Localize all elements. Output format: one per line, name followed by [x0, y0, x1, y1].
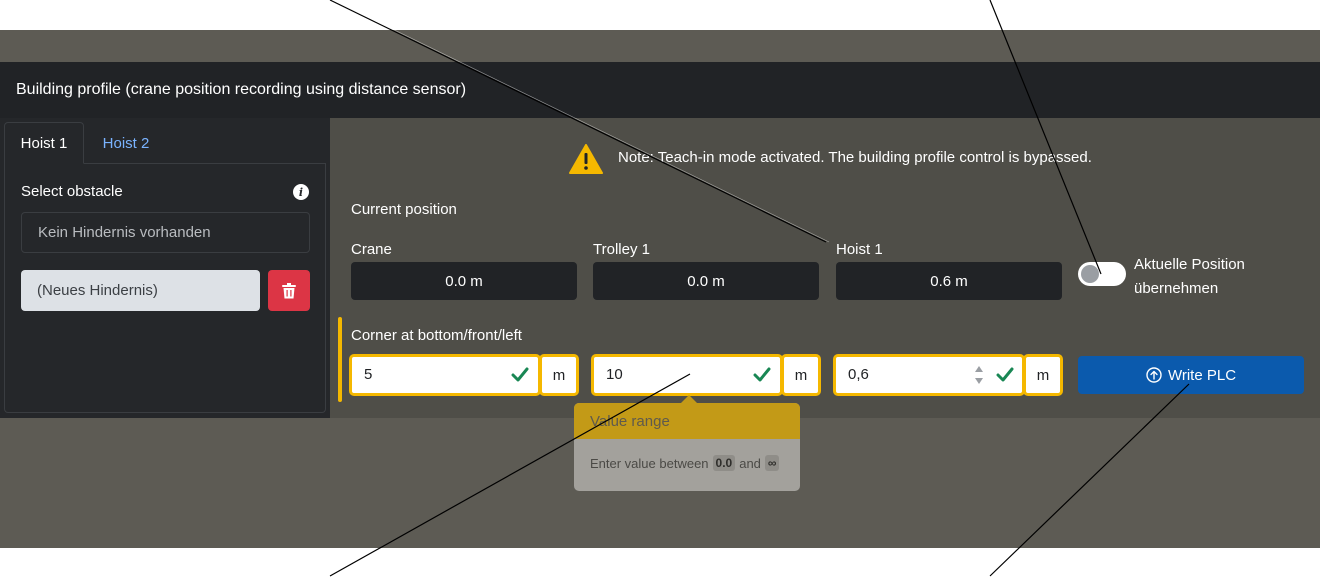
corner-accent-bar: [338, 317, 342, 402]
tooltip-conj: and: [739, 455, 761, 471]
obstacle-option-new[interactable]: (Neues Hindernis): [21, 270, 260, 311]
info-icon[interactable]: i: [293, 184, 309, 200]
corner-y-unit-text: m: [794, 366, 808, 384]
page-header: Building profile (crane position recordi…: [0, 62, 1320, 118]
hoist-tabs: Hoist 1 Hoist 2: [4, 122, 326, 164]
obstacle-option-new-label: (Neues Hindernis): [37, 282, 158, 299]
tab-hoist-2[interactable]: Hoist 2: [86, 122, 166, 164]
page-title: Building profile (crane position recordi…: [16, 81, 467, 98]
tooltip-prefix: Enter value between: [590, 455, 709, 471]
value-range-tooltip: Value range Enter value between 0.0 and …: [574, 403, 800, 491]
trolley-position-text: 0.0 m: [687, 272, 725, 290]
crane-position-value: 0.0 m: [351, 262, 577, 300]
trolley-label: Trolley 1: [593, 241, 650, 258]
warning-icon: [569, 144, 603, 174]
delete-obstacle-button[interactable]: [268, 270, 310, 311]
corner-x-value: 5: [364, 366, 373, 383]
tooltip-body: Enter value between 0.0 and ∞: [590, 455, 780, 471]
obstacle-option-none-label: Kein Hindernis vorhanden: [38, 224, 211, 241]
corner-title: Corner at bottom/front/left: [351, 327, 522, 344]
hoist-label: Hoist 1: [836, 241, 883, 258]
hoist-position-value: 0.6 m: [836, 262, 1062, 300]
corner-z-value: 0,6: [848, 366, 869, 383]
tooltip-max: ∞: [764, 455, 780, 471]
take-position-label: Aktuelle Position übernehmen: [1134, 256, 1245, 297]
current-position-title: Current position: [351, 201, 457, 218]
write-plc-label: Write PLC: [1167, 366, 1237, 384]
trolley-position-value: 0.0 m: [593, 262, 819, 300]
corner-z-unit: m: [1023, 354, 1063, 396]
spinner-arrows-icon[interactable]: [973, 362, 985, 388]
trash-icon: [282, 282, 296, 298]
write-plc-button[interactable]: Write PLC: [1078, 356, 1304, 394]
crane-label: Crane: [351, 241, 392, 258]
teach-in-note: Note: Teach-in mode activated. The build…: [618, 149, 1092, 166]
corner-x-unit-text: m: [552, 366, 566, 384]
hoist-position-text: 0.6 m: [930, 272, 968, 290]
screenshot-stage: Building profile (crane position recordi…: [0, 0, 1320, 580]
corner-y-value: 10: [606, 366, 623, 383]
tooltip-title: Value range: [574, 403, 800, 439]
tab-hoist-1[interactable]: Hoist 1: [4, 122, 84, 164]
obstacle-option-none[interactable]: Kein Hindernis vorhanden: [21, 212, 310, 253]
toggle-knob: [1081, 265, 1099, 283]
check-icon: [753, 367, 771, 382]
upload-circle-icon: [1146, 367, 1162, 383]
corner-x-unit: m: [539, 354, 579, 396]
check-icon: [996, 367, 1014, 382]
corner-y-unit: m: [781, 354, 821, 396]
tooltip-min: 0.0: [712, 455, 736, 471]
check-icon: [511, 367, 529, 382]
corner-z-unit-text: m: [1036, 366, 1050, 384]
select-obstacle-label: Select obstacle: [21, 183, 123, 200]
crane-position-text: 0.0 m: [445, 272, 483, 290]
